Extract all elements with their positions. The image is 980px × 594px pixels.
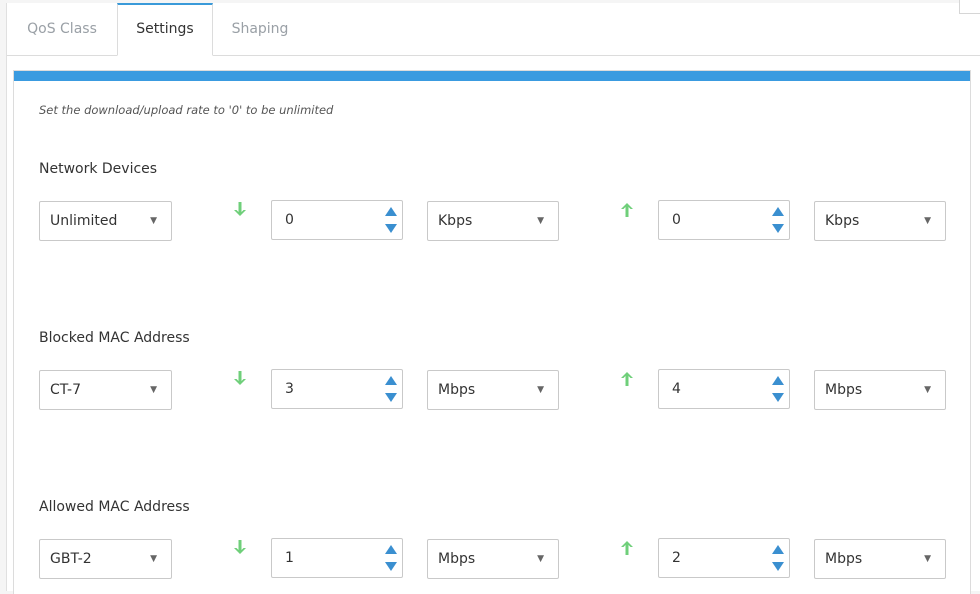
upload-rate-input[interactable]: 2 bbox=[658, 538, 790, 578]
upload-unit-value: Mbps bbox=[825, 551, 863, 567]
arrow-up-icon bbox=[621, 541, 633, 555]
upload-unit-value: Kbps bbox=[825, 213, 860, 229]
tab-settings[interactable]: Settings bbox=[117, 3, 213, 56]
upload-unit-select[interactable]: Mbps ▼ bbox=[814, 539, 946, 579]
profile-select-value: GBT-2 bbox=[50, 551, 92, 567]
upload-spinner[interactable] bbox=[772, 205, 784, 235]
arrow-down-icon bbox=[234, 202, 246, 216]
chevron-down-icon: ▼ bbox=[537, 385, 544, 395]
chevron-down-icon: ▼ bbox=[924, 216, 931, 226]
arrow-down-icon bbox=[234, 371, 246, 385]
download-unit-value: Mbps bbox=[438, 382, 476, 398]
accent-bar bbox=[14, 71, 970, 81]
download-rate-value: 1 bbox=[285, 550, 294, 566]
section-title-blocked-mac: Blocked MAC Address bbox=[39, 330, 190, 346]
chevron-down-icon: ▼ bbox=[537, 216, 544, 226]
spinner-down-icon[interactable] bbox=[772, 562, 784, 571]
spinner-down-icon[interactable] bbox=[385, 224, 397, 233]
chevron-down-icon: ▼ bbox=[150, 216, 157, 226]
chevron-down-icon: ▼ bbox=[924, 554, 931, 564]
profile-select-blocked-mac[interactable]: CT-7 ▼ bbox=[39, 370, 172, 410]
chevron-down-icon: ▼ bbox=[537, 554, 544, 564]
profile-select-value: Unlimited bbox=[50, 213, 118, 229]
tab-shaping[interactable]: Shaping bbox=[213, 3, 307, 55]
tab-bar: QoS Class Settings Shaping bbox=[7, 3, 980, 56]
download-unit-select[interactable]: Kbps ▼ bbox=[427, 201, 559, 241]
arrow-up-icon bbox=[621, 372, 633, 386]
download-rate-input[interactable]: 3 bbox=[271, 369, 403, 409]
spinner-down-icon[interactable] bbox=[385, 562, 397, 571]
spinner-down-icon[interactable] bbox=[772, 224, 784, 233]
section-title-network-devices: Network Devices bbox=[39, 161, 158, 177]
spinner-down-icon[interactable] bbox=[385, 393, 397, 402]
section-title-allowed-mac: Allowed MAC Address bbox=[39, 499, 190, 515]
download-unit-select[interactable]: Mbps ▼ bbox=[427, 370, 559, 410]
download-unit-select[interactable]: Mbps ▼ bbox=[427, 539, 559, 579]
upload-unit-select[interactable]: Mbps ▼ bbox=[814, 370, 946, 410]
settings-panel: Set the download/upload rate to '0' to b… bbox=[13, 70, 971, 594]
upload-rate-value: 0 bbox=[672, 212, 681, 228]
upload-spinner[interactable] bbox=[772, 374, 784, 404]
upload-unit-select[interactable]: Kbps ▼ bbox=[814, 201, 946, 241]
page-container: QoS Class Settings Shaping Set the downl… bbox=[6, 0, 980, 594]
download-rate-value: 3 bbox=[285, 381, 294, 397]
upload-rate-input[interactable]: 0 bbox=[658, 200, 790, 240]
download-unit-value: Mbps bbox=[438, 551, 476, 567]
download-spinner[interactable] bbox=[385, 543, 397, 573]
profile-select-value: CT-7 bbox=[50, 382, 82, 398]
download-spinner[interactable] bbox=[385, 205, 397, 235]
upload-rate-value: 2 bbox=[672, 550, 681, 566]
hint-text: Set the download/upload rate to '0' to b… bbox=[39, 103, 334, 117]
spinner-up-icon[interactable] bbox=[385, 207, 397, 216]
download-rate-input[interactable]: 0 bbox=[271, 200, 403, 240]
spinner-up-icon[interactable] bbox=[772, 545, 784, 554]
arrow-down-icon bbox=[234, 540, 246, 554]
profile-select-allowed-mac[interactable]: GBT-2 ▼ bbox=[39, 539, 172, 579]
chevron-down-icon: ▼ bbox=[150, 385, 157, 395]
upload-unit-value: Mbps bbox=[825, 382, 863, 398]
spinner-up-icon[interactable] bbox=[772, 376, 784, 385]
arrow-up-icon bbox=[621, 203, 633, 217]
upload-rate-input[interactable]: 4 bbox=[658, 369, 790, 409]
upload-rate-value: 4 bbox=[672, 381, 681, 397]
chevron-down-icon: ▼ bbox=[150, 554, 157, 564]
spinner-down-icon[interactable] bbox=[772, 393, 784, 402]
download-rate-input[interactable]: 1 bbox=[271, 538, 403, 578]
profile-select-network-devices[interactable]: Unlimited ▼ bbox=[39, 201, 172, 241]
spinner-up-icon[interactable] bbox=[772, 207, 784, 216]
download-unit-value: Kbps bbox=[438, 213, 473, 229]
chevron-down-icon: ▼ bbox=[924, 385, 931, 395]
download-spinner[interactable] bbox=[385, 374, 397, 404]
upload-spinner[interactable] bbox=[772, 543, 784, 573]
spinner-up-icon[interactable] bbox=[385, 545, 397, 554]
spinner-up-icon[interactable] bbox=[385, 376, 397, 385]
tab-qos-class[interactable]: QoS Class bbox=[7, 3, 117, 55]
download-rate-value: 0 bbox=[285, 212, 294, 228]
